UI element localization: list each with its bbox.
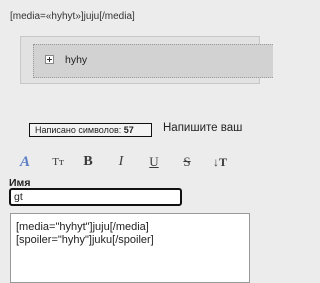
formatting-toolbar: A Tт B I U S ↓T xyxy=(13,151,241,173)
spoiler-header[interactable]: hyhy xyxy=(33,44,273,78)
message-editor[interactable]: [media="hyhyt"]juju[/media] [spoiler="hy… xyxy=(10,213,250,283)
font-size-button[interactable]: ↓T xyxy=(208,151,232,173)
expand-plus-icon[interactable] xyxy=(45,55,54,64)
name-input[interactable] xyxy=(9,188,182,206)
spoiler-title[interactable]: hyhy xyxy=(65,54,87,66)
media-preview-text: [media=«hyhyt»]juju[/media] xyxy=(10,11,135,22)
editor-line-media: [media="hyhyt"]juju[/media] xyxy=(16,221,149,233)
bold-button[interactable]: B xyxy=(76,151,100,173)
underline-button[interactable]: U xyxy=(142,151,166,173)
hint-text: Напишите ваш xyxy=(163,122,243,134)
counter-label: Написано символов: xyxy=(35,125,122,135)
font-face-button[interactable]: Tт xyxy=(46,151,70,173)
character-counter: Написано символов: 57 xyxy=(29,123,152,137)
editor-line-spoiler: [spoiler="hyhy"]juku[/spoiler] xyxy=(16,234,154,246)
spoiler-block: hyhy xyxy=(20,36,273,84)
strikethrough-button[interactable]: S xyxy=(175,151,199,173)
italic-button[interactable]: I xyxy=(109,151,133,173)
counter-value: 57 xyxy=(123,125,134,135)
font-color-button[interactable]: A xyxy=(13,151,37,173)
